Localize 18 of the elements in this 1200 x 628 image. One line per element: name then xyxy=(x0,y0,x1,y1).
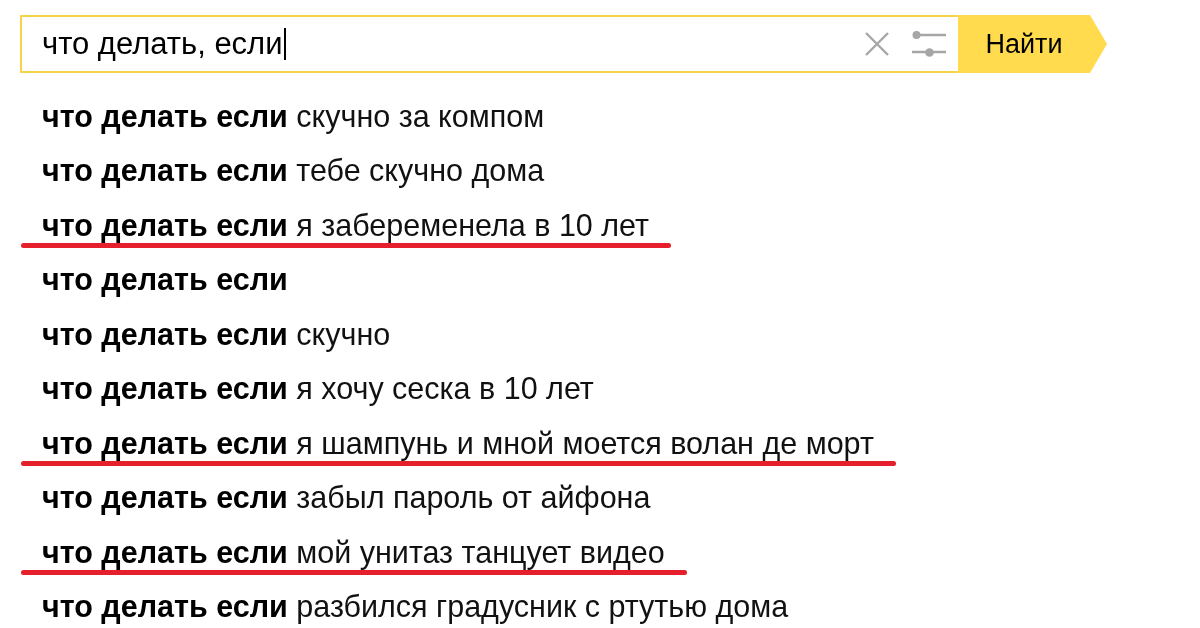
suggestion-item[interactable]: что делать если я шампунь и мной моется волан де морт xyxy=(42,425,874,461)
sliders-icon xyxy=(912,31,946,57)
suggestion-item[interactable]: что делать если xyxy=(42,262,288,298)
close-icon xyxy=(865,32,889,56)
text-caret-icon xyxy=(283,28,286,60)
search-query: что делать, если xyxy=(42,26,283,62)
suggestion-item[interactable]: что делать если разбился градусник с ртутью дома xyxy=(42,589,789,625)
search-button[interactable]: Найти xyxy=(958,15,1107,73)
suggestion-item[interactable]: что делать если мой унитаз танцует видео xyxy=(42,534,665,570)
clear-button[interactable] xyxy=(865,32,889,56)
search-field[interactable]: что делать, если xyxy=(20,15,958,73)
suggestion-item[interactable]: что делать если скучно за компом xyxy=(42,98,545,134)
suggestion-item[interactable]: что делать если скучно xyxy=(42,316,391,352)
filter-button[interactable] xyxy=(912,31,946,57)
suggestion-item[interactable]: что делать если я хочу сеска в 10 лет xyxy=(42,371,594,407)
suggestion-item[interactable]: что делать если я забеременела в 10 лет xyxy=(42,207,649,243)
suggestion-item[interactable]: что делать если забыл пароль от айфона xyxy=(42,480,651,516)
suggestion-item[interactable]: что делать если тебе скучно дома xyxy=(42,153,545,189)
